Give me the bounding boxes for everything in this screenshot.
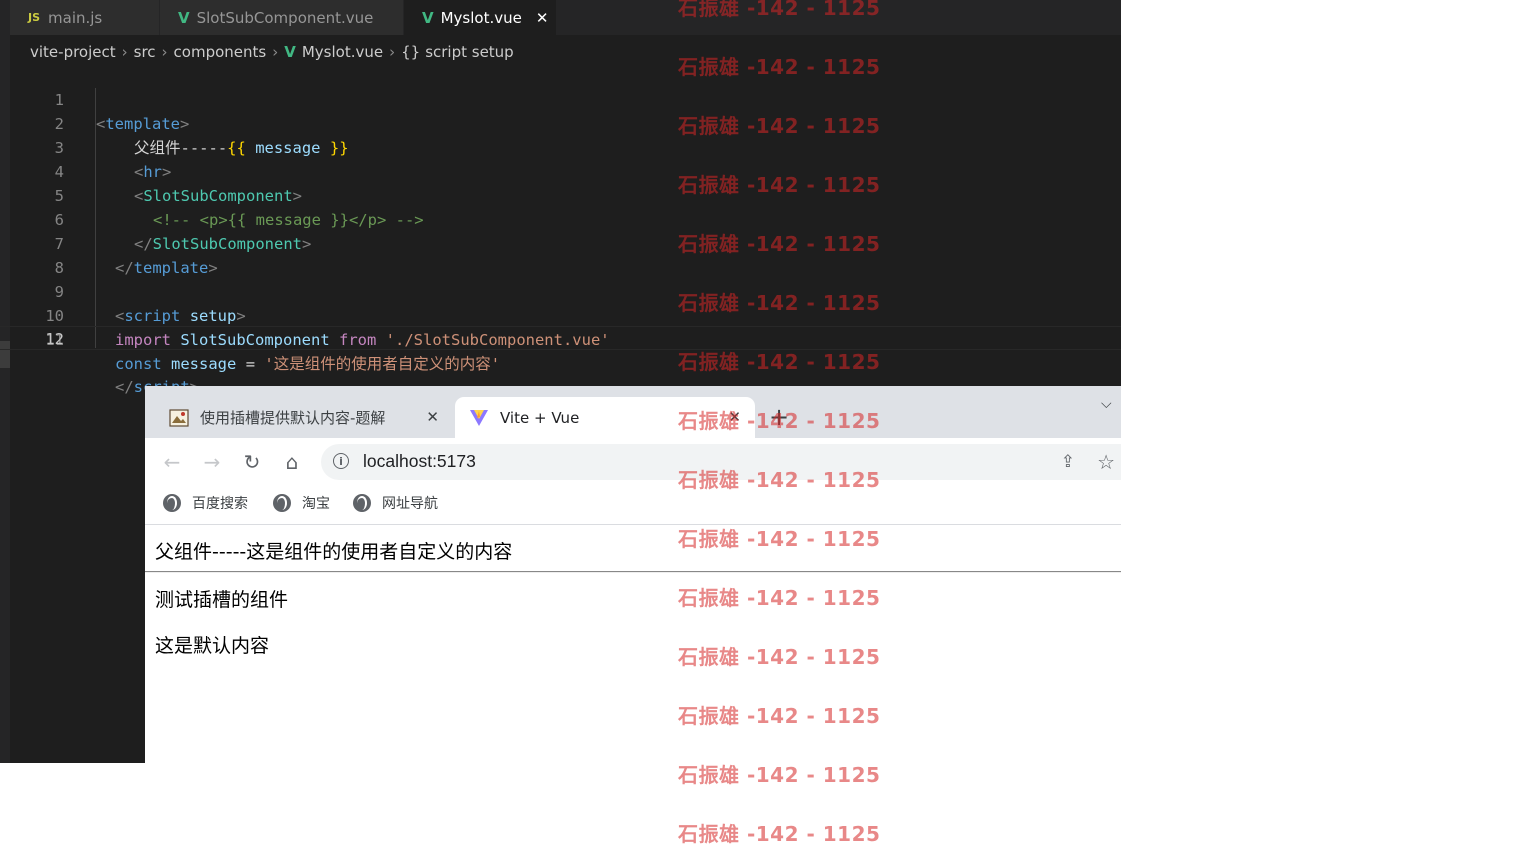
share-icon[interactable]: ⇪ xyxy=(1061,452,1075,472)
line-number: 12 xyxy=(45,330,64,348)
bookmark-nav[interactable]: 网址导航 xyxy=(353,493,438,513)
watermark-text: 石振雄 -142 - 1125 xyxy=(678,114,881,138)
watermark-text: 石振雄 -142 - 1125 xyxy=(678,645,881,669)
code-line: 1 <template> xyxy=(0,64,1121,133)
code-line: 5 <!-- <p>{{ message }}</p> --> xyxy=(0,160,1121,229)
editor-tab-bar: JS main.js V SlotSubComponent.vue V Mysl… xyxy=(10,0,1121,35)
code-line: 4 <SlotSubComponent> xyxy=(0,136,1121,205)
watermark-text: 石振雄 -142 - 1125 xyxy=(678,350,881,374)
js-file-icon: JS xyxy=(28,11,41,24)
image-favicon-icon xyxy=(169,408,189,427)
back-button[interactable]: ← xyxy=(160,450,184,474)
code-line: 6 </SlotSubComponent> xyxy=(0,184,1121,253)
chevron-right-icon: › xyxy=(272,43,279,61)
code-line: 10 import SlotSubComponent from './SlotS… xyxy=(0,280,1121,349)
watermark-text: 石振雄 -142 - 1125 xyxy=(678,409,881,433)
watermark-text: 石振雄 -142 - 1125 xyxy=(678,704,881,728)
page-content: 父组件-----这是组件的使用者自定义的内容 测试插槽的组件 这是默认内容 xyxy=(145,525,1121,764)
watermark-text: 石振雄 -142 - 1125 xyxy=(678,822,881,846)
bookmark-baidu[interactable]: 百度搜索 xyxy=(163,493,248,513)
tab-myslot-vue[interactable]: V Myslot.vue ✕ xyxy=(404,0,557,35)
watermark-text: 石振雄 -142 - 1125 xyxy=(678,173,881,197)
browser-tab-title: Vite + Vue xyxy=(500,408,580,427)
tab-main-js[interactable]: JS main.js xyxy=(10,0,160,35)
vite-logo-icon xyxy=(470,409,488,426)
watermark-text: 石振雄 -142 - 1125 xyxy=(678,232,881,256)
bookmark-label: 网址导航 xyxy=(382,496,438,512)
watermark-text: 石振雄 -142 - 1125 xyxy=(678,55,881,79)
tab-label: SlotSubComponent.vue xyxy=(196,8,374,27)
browser-tab-strip: 使用插槽提供默认内容-题解 ✕ Vite + Vue ✕ + ⌵ xyxy=(145,386,1121,438)
bookmark-label: 淘宝 xyxy=(302,496,330,512)
globe-icon xyxy=(163,494,181,512)
code-line: 8 xyxy=(0,232,1121,277)
breadcrumb-item[interactable]: script setup xyxy=(425,43,514,61)
bookmark-label: 百度搜索 xyxy=(192,496,248,512)
watermark-text: 石振雄 -142 - 1125 xyxy=(678,527,881,551)
bookmark-star-icon[interactable]: ☆ xyxy=(1097,450,1115,474)
chevron-right-icon: › xyxy=(389,43,396,61)
breadcrumb-item[interactable]: Myslot.vue xyxy=(302,43,383,61)
code-line-current: 12 </script> xyxy=(0,326,1121,396)
browser-tab-tijie[interactable]: 使用插槽提供默认内容-题解 ✕ xyxy=(155,397,453,438)
watermark-text: 石振雄 -142 - 1125 xyxy=(678,468,881,492)
forward-button[interactable]: → xyxy=(200,450,224,474)
globe-icon xyxy=(273,494,291,512)
bookmark-taobao[interactable]: 淘宝 xyxy=(273,493,330,513)
bookmarks-bar: 百度搜索 淘宝 网址导航 xyxy=(145,486,1121,525)
tab-search-chevron-icon[interactable]: ⌵ xyxy=(1101,396,1117,412)
slot-component-title: 测试插槽的组件 xyxy=(155,589,289,611)
code-line: 7 </template> xyxy=(0,208,1121,277)
tab-slotsubcomponent-vue[interactable]: V SlotSubComponent.vue xyxy=(160,0,404,35)
braces-icon: {} xyxy=(401,43,421,61)
browser-tab-title: 使用插槽提供默认内容-题解 xyxy=(200,409,386,427)
code-line: 9 <script setup> xyxy=(0,256,1121,325)
code-token: message xyxy=(171,355,237,373)
url-text[interactable]: localhost:5173 xyxy=(363,451,476,472)
watermark-text: 石振雄 -142 - 1125 xyxy=(678,763,881,787)
info-icon[interactable]: i xyxy=(333,453,349,469)
breadcrumb-item[interactable]: vite-project xyxy=(30,43,116,61)
watermark-text: 石振雄 -142 - 1125 xyxy=(678,0,881,20)
chevron-right-icon: › xyxy=(121,43,128,61)
code-line: 3 <hr> xyxy=(0,112,1121,181)
close-icon[interactable]: ✕ xyxy=(536,9,549,27)
tab-label: Myslot.vue xyxy=(440,8,522,27)
code-line: 11 const message = '这是组件的使用者自定义的内容' xyxy=(0,304,1121,373)
slot-default-content: 这是默认内容 xyxy=(155,635,270,657)
close-icon[interactable]: ✕ xyxy=(426,408,439,426)
vue-file-icon: V xyxy=(178,8,190,27)
breadcrumb-item[interactable]: src xyxy=(134,43,156,61)
watermark-text: 石振雄 -142 - 1125 xyxy=(678,586,881,610)
parent-component-text: 父组件-----这是组件的使用者自定义的内容 xyxy=(155,541,513,563)
code-token: const xyxy=(115,355,162,373)
breadcrumb: vite-project › src › components › V Mysl… xyxy=(30,40,514,64)
watermark-text: 石振雄 -142 - 1125 xyxy=(678,291,881,315)
vue-file-icon: V xyxy=(422,8,434,27)
horizontal-rule xyxy=(145,571,1121,573)
tab-label: main.js xyxy=(48,8,103,27)
browser-window: 使用插槽提供默认内容-题解 ✕ Vite + Vue ✕ + ⌵ ← → ↻ ⌂… xyxy=(145,386,1121,764)
vue-file-icon: V xyxy=(284,43,296,61)
breadcrumb-item[interactable]: components xyxy=(174,43,267,61)
code-token: = xyxy=(245,355,256,373)
home-button[interactable]: ⌂ xyxy=(280,450,304,474)
reload-button[interactable]: ↻ xyxy=(240,450,264,474)
code-token: '这是组件的使用者自定义的内容' xyxy=(264,355,501,373)
globe-icon xyxy=(353,494,371,512)
chevron-right-icon: › xyxy=(161,43,168,61)
code-line: 2 父组件-----{{ message }} xyxy=(0,88,1121,157)
browser-toolbar: ← → ↻ ⌂ i localhost:5173 ⇪ ☆ xyxy=(145,438,1121,486)
